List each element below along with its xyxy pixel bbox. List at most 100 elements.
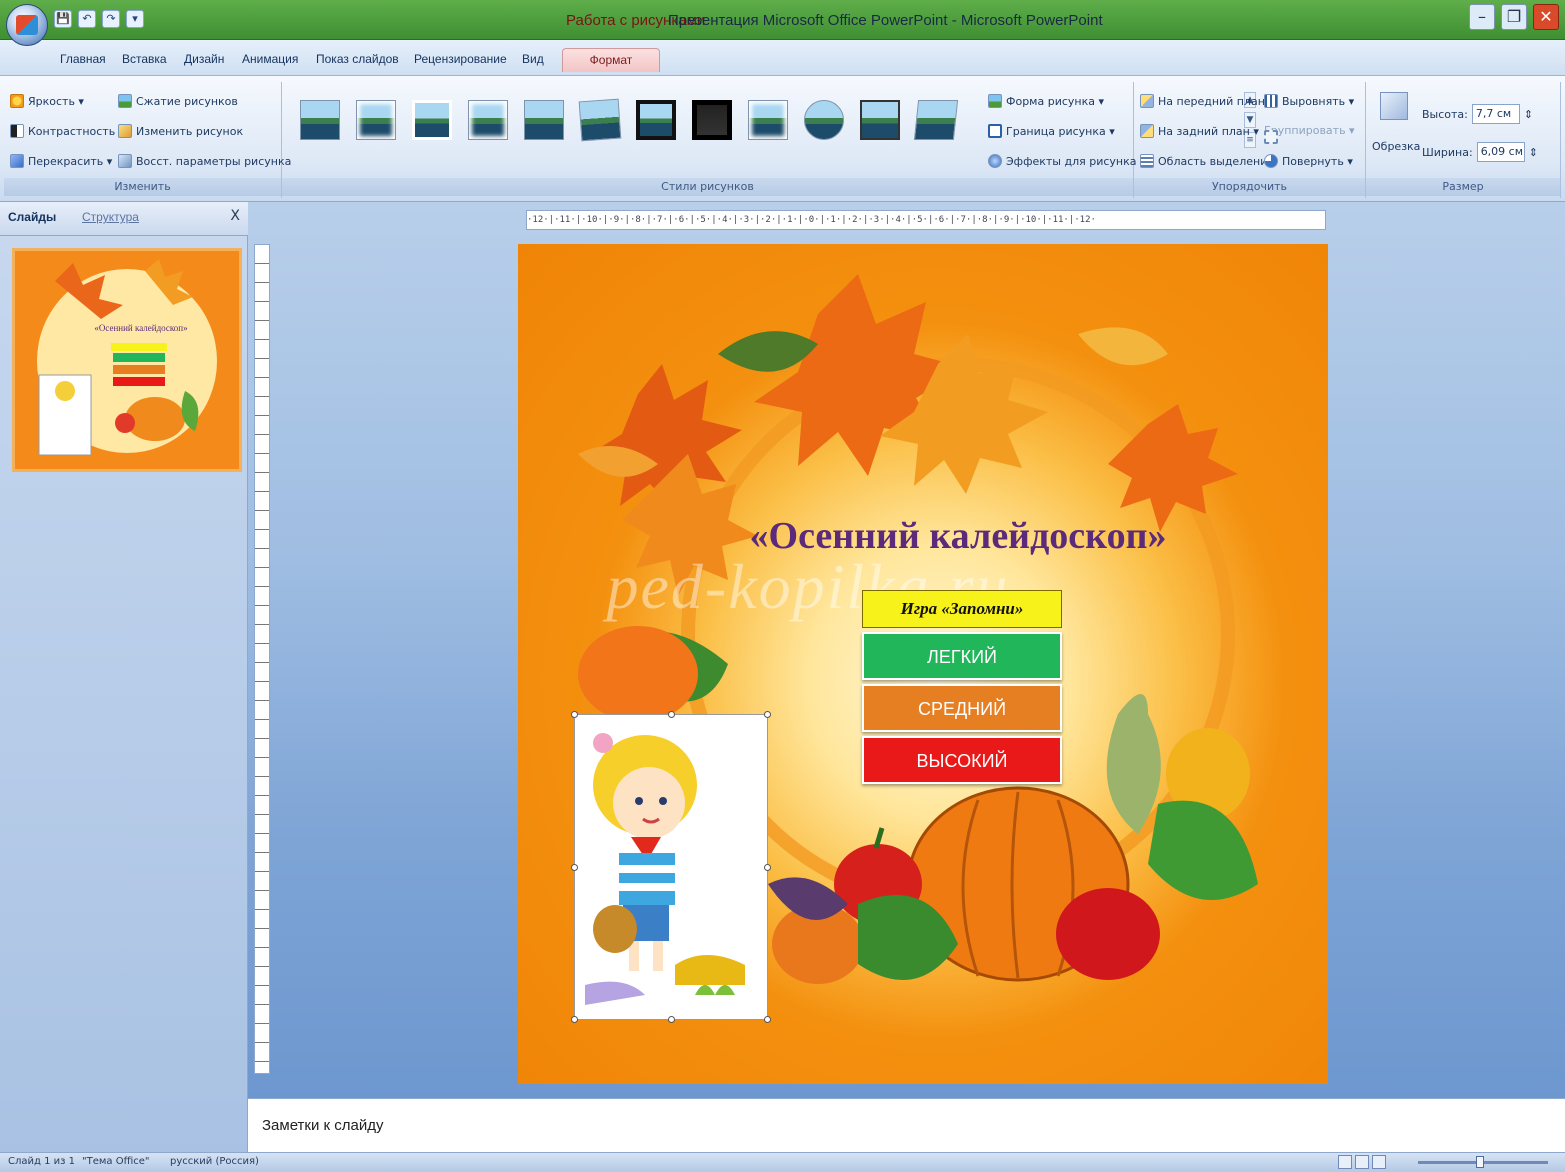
picture-style-1[interactable]	[300, 100, 340, 140]
minimize-button[interactable]: –	[1469, 4, 1495, 30]
picture-border-button[interactable]: Граница рисунка ▾	[988, 124, 1115, 138]
resize-handle[interactable]	[571, 1016, 578, 1023]
tab-animation[interactable]: Анимация	[236, 48, 304, 72]
picture-border-label: Граница рисунка ▾	[1006, 124, 1115, 138]
notes-pane[interactable]: Заметки к слайду	[248, 1098, 1565, 1152]
language-indicator[interactable]: русский (Россия)	[170, 1156, 259, 1167]
height-label: Высота:	[1422, 107, 1468, 121]
adjust-group: Яркость ▾ Контрастность ▾ Перекрасить ▾ …	[4, 82, 291, 198]
rotate-label: Повернуть ▾	[1282, 154, 1353, 168]
slide-thumbnail-art: «Осенний калейдоскоп»	[37, 259, 217, 456]
tab-design[interactable]: Дизайн	[178, 48, 230, 72]
maximize-button[interactable]: ❐	[1501, 4, 1527, 30]
recolor-label: Перекрасить ▾	[28, 154, 113, 168]
adjust-group-label: Изменить	[4, 178, 281, 196]
picture-effects-button[interactable]: Эффекты для рисунка ▾	[988, 154, 1146, 168]
resize-handle[interactable]	[668, 711, 675, 718]
slideshow-view-icon[interactable]	[1372, 1155, 1386, 1169]
office-button[interactable]	[6, 4, 48, 46]
picture-shape-icon	[988, 94, 1002, 108]
contrast-button[interactable]: Контрастность ▾	[10, 124, 124, 138]
align-button[interactable]: Выровнять ▾	[1264, 94, 1354, 108]
panel-tabs: Слайды Структура X	[0, 202, 248, 236]
slides-panel: Слайды Структура X «Осенний калейдоскоп»	[0, 202, 248, 1152]
redo-icon[interactable]: ↷	[102, 10, 120, 28]
level-easy-button[interactable]: ЛЕГКИЙ	[862, 632, 1062, 680]
office-logo-icon	[16, 15, 38, 35]
width-label: Ширина:	[1422, 145, 1473, 159]
width-spinner-icon[interactable]: ⇕	[1529, 146, 1538, 159]
picture-style-7[interactable]	[636, 100, 676, 140]
selection-pane-icon	[1140, 154, 1154, 168]
recolor-button[interactable]: Перекрасить ▾	[10, 154, 112, 168]
reset-picture-button[interactable]: Восст. параметры рисунка	[118, 154, 291, 168]
tab-outline[interactable]: Структура	[82, 210, 139, 224]
picture-style-5[interactable]	[524, 100, 564, 140]
resize-handle[interactable]	[571, 711, 578, 718]
slide-thumbnail[interactable]: «Осенний калейдоскоп»	[12, 248, 242, 472]
resize-handle[interactable]	[764, 711, 771, 718]
picture-shape-button[interactable]: Форма рисунка ▾	[988, 94, 1104, 108]
tab-home[interactable]: Главная	[54, 48, 112, 72]
resize-handle[interactable]	[764, 1016, 771, 1023]
rotate-button[interactable]: Повернуть ▾	[1264, 154, 1353, 168]
tab-review[interactable]: Рецензирование	[408, 48, 513, 72]
brightness-button[interactable]: Яркость ▾	[10, 94, 84, 108]
tab-slides[interactable]: Слайды	[8, 210, 56, 224]
tab-format[interactable]: Формат	[562, 48, 660, 72]
resize-handle[interactable]	[571, 864, 578, 871]
window-controls: – ❐ ✕	[1469, 4, 1559, 30]
height-spinner-icon[interactable]: ⇕	[1524, 108, 1533, 121]
picture-style-4[interactable]	[468, 100, 508, 140]
zoom-slider-thumb[interactable]	[1476, 1156, 1484, 1168]
send-to-back-button[interactable]: На задний план ▾	[1140, 124, 1259, 138]
change-picture-button[interactable]: Изменить рисунок	[118, 124, 243, 138]
contrast-icon	[10, 124, 24, 138]
picture-effects-icon	[988, 154, 1002, 168]
tab-view[interactable]: Вид	[516, 48, 550, 72]
selection-pane-button[interactable]: Область выделения	[1140, 154, 1274, 168]
height-field: Высота: 7,7 см ⇕	[1422, 104, 1533, 124]
vertical-ruler	[254, 244, 270, 1074]
resize-handle[interactable]	[668, 1016, 675, 1023]
crop-button[interactable]: Обрезка	[1372, 140, 1420, 153]
level-medium-button[interactable]: СРЕДНИЙ	[862, 684, 1062, 732]
view-buttons	[1338, 1155, 1386, 1169]
picture-style-2[interactable]	[356, 100, 396, 140]
picture-styles-group-label: Стили рисунков	[282, 178, 1133, 196]
picture-style-10[interactable]	[804, 100, 844, 140]
bring-to-front-button[interactable]: На передний план ▾	[1140, 94, 1274, 108]
picture-styles-gallery	[300, 98, 959, 142]
picture-style-11[interactable]	[860, 100, 900, 140]
picture-style-6[interactable]	[578, 98, 622, 142]
picture-style-12[interactable]	[913, 100, 959, 140]
change-picture-label: Изменить рисунок	[136, 124, 244, 138]
picture-effects-label: Эффекты для рисунка ▾	[1006, 154, 1146, 168]
tab-insert[interactable]: Вставка	[116, 48, 173, 72]
height-input[interactable]: 7,7 см	[1471, 104, 1520, 124]
crop-icon[interactable]	[1380, 92, 1408, 120]
panel-close-icon[interactable]: X	[230, 208, 240, 224]
picture-style-3[interactable]	[412, 100, 452, 140]
girl-picture[interactable]	[571, 711, 771, 1023]
slide-sorter-icon[interactable]	[1355, 1155, 1369, 1169]
tab-slideshow[interactable]: Показ слайдов	[310, 48, 405, 72]
compress-pictures-button[interactable]: Сжатие рисунков	[118, 94, 238, 108]
slide-canvas[interactable]: «Осенний калейдоскоп» ped-kopilka.ru Игр…	[518, 244, 1328, 1084]
group-icon	[1264, 130, 1278, 144]
notes-placeholder: Заметки к слайду	[262, 1117, 384, 1134]
picture-style-8[interactable]	[692, 100, 732, 140]
customize-qat-icon[interactable]: ▾	[126, 10, 144, 28]
width-field: Ширина: 6,09 см ⇕	[1422, 142, 1538, 162]
normal-view-icon[interactable]	[1338, 1155, 1352, 1169]
picture-style-9[interactable]	[748, 100, 788, 140]
close-button[interactable]: ✕	[1533, 4, 1559, 30]
undo-icon[interactable]: ↶	[78, 10, 96, 28]
save-icon[interactable]: 💾	[54, 10, 72, 28]
width-input[interactable]: 6,09 см	[1476, 142, 1525, 162]
group-button[interactable]: Группировать ▾	[1264, 124, 1355, 144]
status-bar: Слайд 1 из 1 "Тема Office" русский (Росс…	[0, 1152, 1565, 1172]
compress-icon	[118, 94, 132, 108]
level-hard-button[interactable]: ВЫСОКИЙ	[862, 736, 1062, 784]
resize-handle[interactable]	[764, 864, 771, 871]
